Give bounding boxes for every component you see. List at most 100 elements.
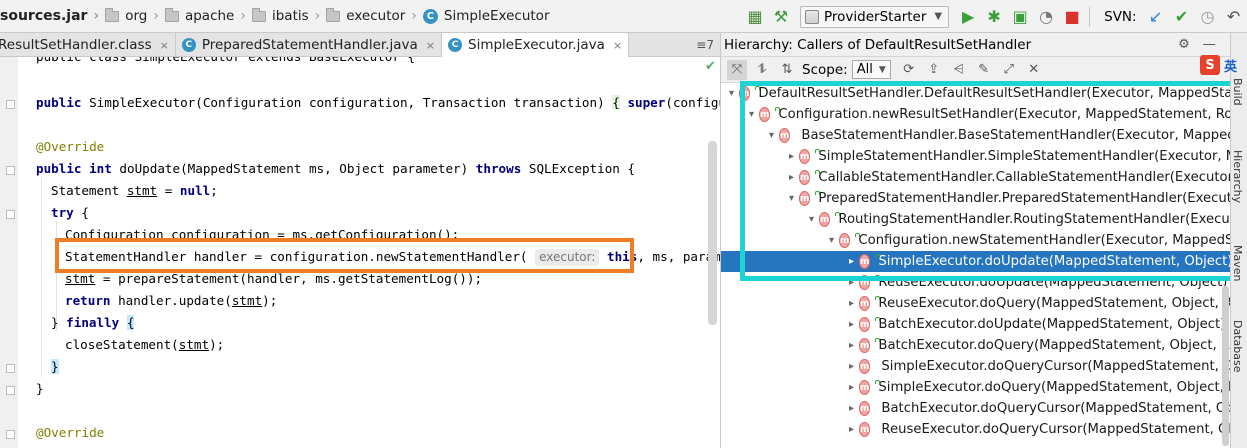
breadcrumb-item-executor[interactable]: executor › [326,0,423,32]
svn-update-icon[interactable]: ↙ [1145,6,1167,28]
svn-commit-icon[interactable]: ✔ [1171,6,1193,28]
tree-node-label: SimpleExecutor.doQuery(MappedStatement, … [878,380,1230,395]
collapsed-arrow-icon[interactable]: ▸ [849,319,854,330]
breadcrumb-item-jar[interactable]: sources.jar › [0,0,105,32]
tab-simpleexecutor[interactable]: C SimpleExecutor.java × [442,33,630,57]
hierarchy-scrollbar[interactable] [1222,286,1229,446]
fold-marker[interactable] [6,166,15,175]
tree-node[interactable]: ▾ m BaseStatementHandler.BaseStatementHand… [721,125,1230,146]
fold-marker[interactable] [6,386,15,395]
pin-icon[interactable]: ✎ [974,60,994,80]
method-icon: m [739,86,751,101]
main-toolbar: ▦ ⚒ ProviderStarter ▼ ▶ ✱ ▣ ◔ ■ SVN: ↙ ✔… [742,0,1247,33]
stop-icon[interactable]: ■ [1061,6,1083,28]
tree-node-label: Configuration.newStatementHandler(Execut… [858,233,1230,248]
method-icon: m [859,275,871,290]
expanded-arrow-icon[interactable]: ▾ [809,214,814,225]
close-icon[interactable]: × [613,39,622,52]
run-icon[interactable]: ▶ [957,6,979,28]
coverage-icon[interactable]: ▣ [1009,6,1031,28]
collapsed-arrow-icon[interactable]: ▸ [849,298,854,309]
fold-marker[interactable] [6,210,15,219]
tree-node[interactable]: ▾ m DefaultResultSetHandler.DefaultResultS… [721,83,1230,104]
tree-node[interactable]: ▾ m Configuration.newStatementHandler(Exec… [721,230,1230,251]
tree-node[interactable]: ▸ m ReuseExecutor.doQuery(MappedStatement,… [721,293,1230,314]
collapsed-arrow-icon[interactable]: ▸ [849,361,854,372]
profile-icon[interactable]: ◔ [1035,6,1057,28]
tree-node[interactable]: ▸ m ReuseExecutor.doUpdate(MappedStatement… [721,272,1230,293]
collapsed-arrow-icon[interactable]: ▸ [849,424,854,435]
expanded-arrow-icon[interactable]: ▾ [769,130,774,141]
ime-indicator[interactable]: S 英 [1200,55,1237,75]
fold-marker[interactable] [6,364,15,373]
method-icon: m [799,191,811,206]
collapsed-arrow-icon[interactable]: ▸ [849,403,854,414]
tree-node[interactable]: ▸ m BatchExecutor.doQueryCursor(MappedStat… [721,398,1230,419]
tree-node-label: RoutingStatementHandler.RoutingStatement… [838,212,1230,227]
tree-node[interactable]: ▸ m BatchExecutor.doQuery(MappedStatement,… [721,335,1230,356]
minimize-icon[interactable]: — [1199,35,1219,55]
close-icon[interactable]: ✕ [1024,60,1044,80]
tree-node-selected[interactable]: ▸ m SimpleExecutor.doUpdate(MappedStatemen… [721,251,1230,272]
tree-node-label: ReuseExecutor.doUpdate(MappedStatement, … [878,275,1228,290]
tree-node[interactable]: ▸ m ReuseExecutor.doQueryCursor(MappedStat… [721,419,1230,440]
export-icon[interactable]: ⇪ [924,60,944,80]
collapsed-arrow-icon[interactable]: ▸ [849,340,854,351]
fold-marker[interactable] [6,100,15,109]
tree-node[interactable]: ▾ m Configuration.newResultSetHandler(Exec… [721,104,1230,125]
tree-node[interactable]: ▸ m SimpleExecutor.doQueryCursor(MappedSta… [721,356,1230,377]
run-configuration-select[interactable]: ProviderStarter ▼ [800,5,950,28]
close-icon[interactable]: × [160,39,169,52]
tree-node[interactable]: ▾ m PreparedStatementHandler.PreparedState… [721,188,1230,209]
autoscroll-icon[interactable]: ⩤ [949,60,969,80]
tree-node[interactable]: ▸ m BatchExecutor.doUpdate(MappedStatement… [721,314,1230,335]
collapsed-arrow-icon[interactable]: ▸ [849,277,854,288]
breadcrumb-item-org[interactable]: org › [105,0,165,32]
class-icon: C [422,8,438,24]
caller-hierarchy-icon[interactable]: ⥮ [752,60,772,80]
tab-overflow-button[interactable]: ≡7 [696,33,720,56]
tab-resultsethandler[interactable]: ResultSetHandler.class × [0,33,176,57]
side-tab-maven[interactable]: Maven [1231,245,1244,281]
collapsed-arrow-icon[interactable]: ▸ [789,172,794,183]
side-tab-hierarchy[interactable]: Hierarchy [1231,150,1244,203]
scope-label: Scope: [802,61,848,78]
close-icon[interactable]: × [426,39,435,52]
history-icon[interactable]: ◷ [1197,6,1219,28]
tree-node[interactable]: ▸ m SimpleStatementHandler.SimpleStatement… [721,146,1230,167]
collapsed-arrow-icon[interactable]: ▸ [849,382,854,393]
gear-icon[interactable]: ⚙ [1174,35,1194,55]
collapsed-arrow-icon[interactable]: ▸ [789,151,794,162]
method-icon: m [759,107,771,122]
scope-select[interactable]: All ▼ [851,60,891,79]
expanded-arrow-icon[interactable]: ▾ [749,109,754,120]
code-editor[interactable]: public class SimpleExecutor extends Base… [0,57,720,448]
collapsed-arrow-icon[interactable]: ▸ [849,256,854,267]
tree-node[interactable]: ▸ m SimpleExecutor.doQuery(MappedStatement… [721,377,1230,398]
debug-icon[interactable]: ✱ [983,6,1005,28]
breadcrumb-item-ibatis[interactable]: ibatis › [251,0,326,32]
expanded-arrow-icon[interactable]: ▾ [829,235,834,246]
tab-preparedstatementhandler[interactable]: C PreparedStatementHandler.java × [176,33,443,57]
editor-scrollbar[interactable] [708,141,717,325]
fold-marker[interactable] [6,430,15,439]
breadcrumb-item-apache[interactable]: apache › [164,0,252,32]
breadcrumb-separator: › [411,8,417,24]
side-tab-database[interactable]: Database [1231,320,1244,373]
breadcrumb-item-simpleexecutor[interactable]: C SimpleExecutor [422,0,550,32]
hammer-icon[interactable]: ⚒ [770,6,792,28]
breadcrumb-separator: › [93,8,100,24]
code-line-statement-decl: Statement stmt = null; [51,183,218,198]
tree-node[interactable]: ▸ m CallableStatementHandler.CallableState… [721,167,1230,188]
expanded-arrow-icon[interactable]: ▾ [729,88,734,99]
callee-hierarchy-icon[interactable]: ⤧ [727,59,747,80]
expand-icon[interactable]: ⤢ [999,60,1019,80]
expanded-arrow-icon[interactable]: ▾ [789,193,794,204]
refresh-icon[interactable]: ⟳ [899,60,919,80]
build-icon[interactable]: ▦ [744,6,766,28]
tree-node[interactable]: ▾ m RoutingStatementHandler.RoutingStateme… [721,209,1230,230]
revert-icon[interactable]: ↶ [1223,6,1245,28]
sort-alphabetically-icon[interactable]: ⇅ [777,60,797,80]
folder-icon [164,7,179,22]
side-tab-build[interactable]: Build [1231,78,1244,106]
